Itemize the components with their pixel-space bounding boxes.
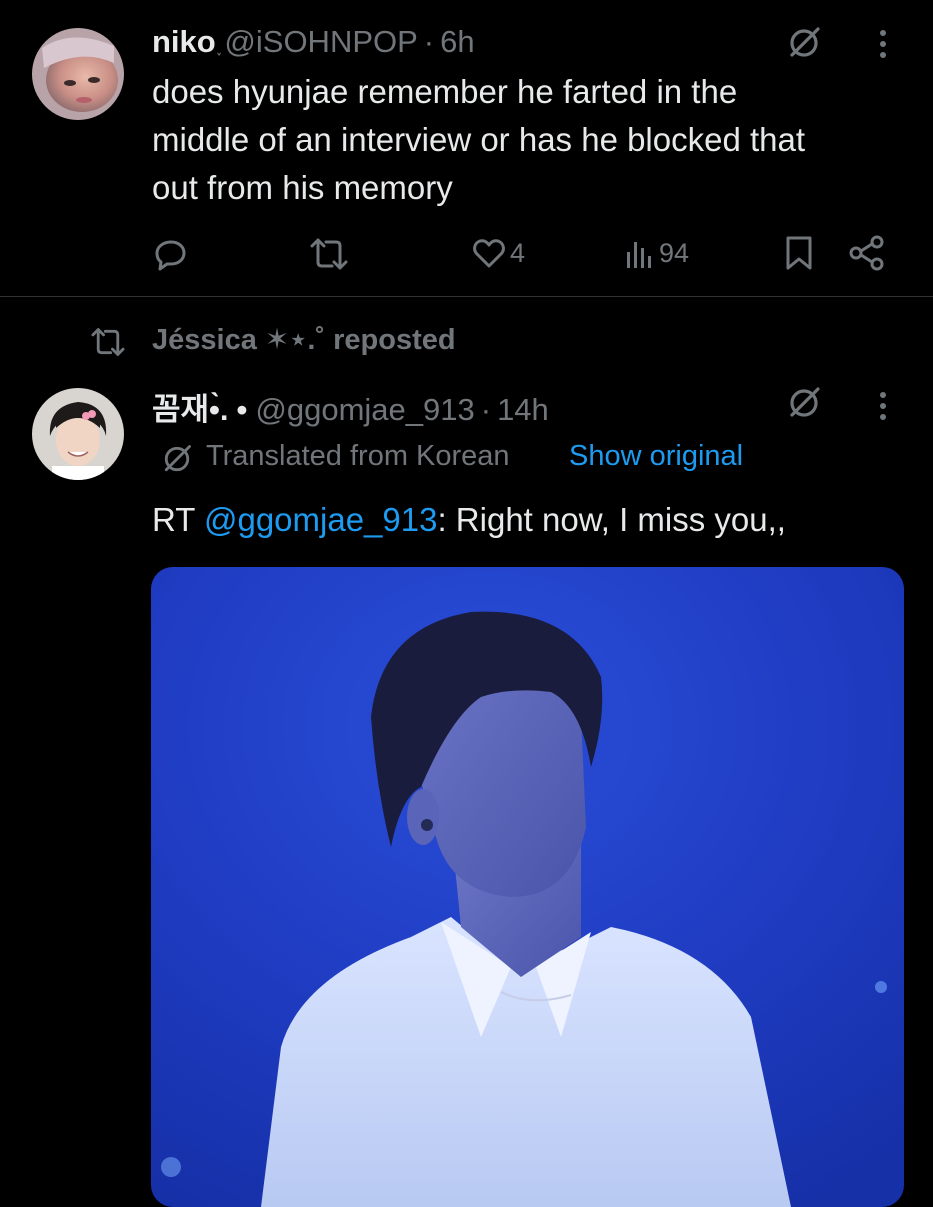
like-button[interactable]: 4 bbox=[472, 236, 525, 270]
handle[interactable]: @iSOHNPOP bbox=[224, 24, 417, 60]
tweet2-header: 꼼재•̀. • @ggomjae_913 · 14h bbox=[152, 384, 549, 427]
like-count: 4 bbox=[510, 237, 526, 268]
text-rest: : Right now, I miss you,, bbox=[437, 501, 786, 538]
show-original-link[interactable]: Show original bbox=[569, 440, 743, 473]
handle[interactable]: @ggomjae_913 bbox=[255, 392, 474, 428]
repost-banner[interactable]: Jéssica ✶⋆.˚ reposted bbox=[152, 322, 456, 357]
view-count: 94 bbox=[659, 237, 690, 268]
reply-icon[interactable] bbox=[153, 236, 189, 272]
display-name[interactable]: 꼼재•̀. bbox=[152, 384, 229, 429]
display-name[interactable]: niko bbox=[152, 24, 216, 60]
media-image[interactable] bbox=[151, 567, 904, 1207]
separator: · bbox=[423, 24, 435, 59]
tweet1-header: niko ˯ @iSOHNPOP · 6h bbox=[152, 24, 475, 64]
avatar-ggomjae[interactable] bbox=[32, 388, 124, 480]
tweet1-text-line: does hyunjae remember he farted in the bbox=[152, 73, 738, 110]
more-icon[interactable] bbox=[874, 26, 892, 62]
bookmark-icon[interactable] bbox=[784, 234, 814, 272]
text-prefix: RT bbox=[152, 501, 204, 538]
more-icon[interactable] bbox=[874, 388, 892, 424]
name-badge: • bbox=[236, 392, 248, 427]
tweet1-text-line: middle of an interview or has he blocked… bbox=[152, 121, 806, 158]
mention-link[interactable]: @ggomjae_913 bbox=[204, 501, 438, 538]
tweet1-text: does hyunjae remember he farted in the m… bbox=[152, 68, 922, 212]
grok-icon[interactable] bbox=[785, 384, 823, 422]
avatar-niko[interactable] bbox=[32, 28, 124, 120]
retweet-icon[interactable] bbox=[308, 236, 350, 272]
tweet2-text: RT @ggomjae_913: Right now, I miss you,, bbox=[152, 496, 922, 544]
timestamp[interactable]: 6h bbox=[440, 24, 474, 60]
views-button[interactable]: 94 bbox=[625, 236, 689, 270]
separator: · bbox=[480, 392, 492, 427]
translate-icon bbox=[160, 442, 194, 476]
grok-icon[interactable] bbox=[785, 24, 823, 62]
repost-icon bbox=[88, 326, 128, 358]
share-icon[interactable] bbox=[848, 234, 886, 272]
tweet1-text-line: out from his memory bbox=[152, 169, 453, 206]
name-suffix: ˯ bbox=[215, 35, 223, 57]
timestamp[interactable]: 14h bbox=[497, 392, 549, 428]
translated-label: Translated from Korean bbox=[206, 440, 510, 472]
divider bbox=[0, 296, 933, 297]
heart-icon bbox=[472, 236, 506, 270]
views-icon bbox=[625, 236, 655, 270]
